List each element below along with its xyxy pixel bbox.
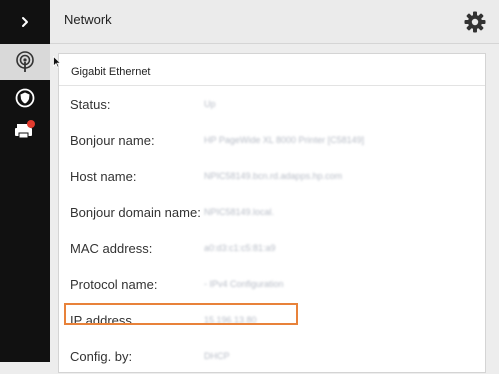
- gear-icon: [464, 11, 486, 33]
- row-label: Protocol name:: [70, 276, 158, 292]
- row-label: Bonjour name:: [70, 132, 155, 148]
- detail-row-bonjour-name: Bonjour name: HP PageWide XL 8000 Printe…: [59, 122, 485, 158]
- page-header: Network: [50, 0, 499, 44]
- printer-alert-icon: [15, 120, 35, 139]
- row-value: HP PageWide XL 8000 Printer [C58149]: [204, 135, 365, 145]
- detail-row-status: Status: Up: [59, 86, 485, 122]
- detail-row-protocol-name: Protocol name: - IPv4 Configuration: [59, 266, 485, 302]
- detail-row-config-by: Config. by: DHCP: [59, 338, 485, 374]
- row-value: NPIC58149.local.: [204, 207, 275, 217]
- page-title: Network: [64, 12, 112, 27]
- row-label: Status:: [70, 96, 111, 112]
- wireless-antenna-icon: [16, 51, 34, 72]
- ip-address-highlight: [64, 303, 298, 325]
- sidebar-item-network[interactable]: [0, 44, 50, 80]
- row-value: - IPv4 Configuration: [204, 279, 284, 289]
- mouse-cursor-icon: [53, 56, 61, 68]
- row-value: NPIC58149.bcn.rd.adapps.hp.com: [204, 171, 343, 181]
- sidebar-toggle-button[interactable]: [0, 0, 50, 44]
- settings-button[interactable]: [463, 10, 487, 34]
- row-label: Bonjour domain name:: [70, 204, 201, 220]
- row-value: a0:d3:c1:c5:81:a9: [204, 243, 276, 253]
- chevron-right-icon: [22, 17, 28, 27]
- detail-row-mac-address: MAC address: a0:d3:c1:c5:81:a9: [59, 230, 485, 266]
- panel-title: Gigabit Ethernet: [59, 54, 485, 86]
- sidebar-item-security[interactable]: [0, 80, 50, 116]
- row-label: Host name:: [70, 168, 137, 184]
- row-label: MAC address:: [70, 240, 153, 256]
- row-value: DHCP: [204, 351, 230, 361]
- sidebar-item-alerts[interactable]: [0, 112, 50, 148]
- row-value: Up: [204, 99, 216, 109]
- shield-icon: [15, 88, 35, 108]
- ethernet-details-panel: Gigabit Ethernet Status: Up Bonjour name…: [58, 53, 486, 373]
- detail-row-bonjour-domain: Bonjour domain name: NPIC58149.local.: [59, 194, 485, 230]
- detail-row-host-name: Host name: NPIC58149.bcn.rd.adapps.hp.co…: [59, 158, 485, 194]
- row-label: Config. by:: [70, 348, 133, 364]
- sidebar: [0, 0, 50, 362]
